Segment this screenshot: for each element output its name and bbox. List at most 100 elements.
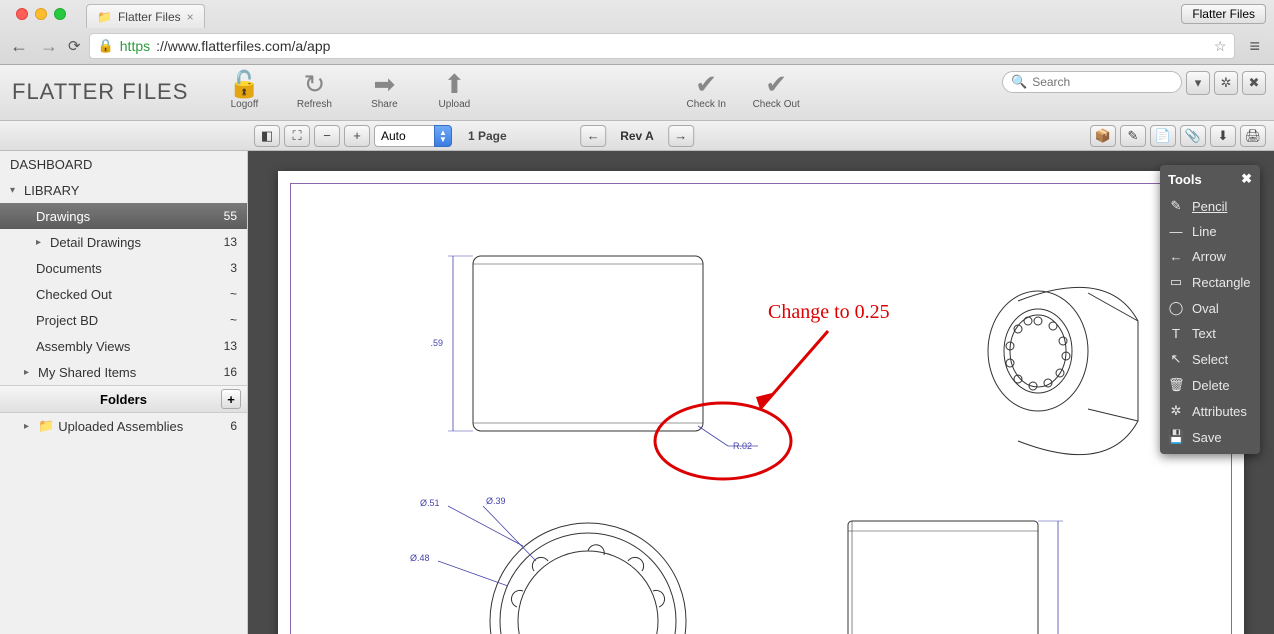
search-input[interactable] (1032, 75, 1187, 89)
sidebar-item-count: ~ (230, 287, 237, 301)
check-in-icon: ✔ (691, 69, 721, 99)
sidebar-toggle-button[interactable]: ◧ (254, 125, 280, 147)
menu-icon[interactable]: ≡ (1243, 36, 1266, 57)
reload-button[interactable]: ⟳ (68, 37, 81, 55)
tool-arrow[interactable]: ←Arrow (1160, 244, 1260, 269)
close-window-icon[interactable] (16, 8, 28, 20)
tab-bar: 📁 Flatter Files × Flatter Files (0, 0, 1274, 28)
header-tool-check-in[interactable]: ✔Check In (680, 69, 732, 110)
back-button[interactable]: ← (8, 36, 30, 57)
tool-label: Delete (1192, 378, 1230, 393)
tool-save[interactable]: 💾Save (1160, 424, 1260, 450)
forward-button[interactable]: → (38, 36, 60, 57)
search-icon: 🔍 (1011, 74, 1027, 90)
extension-button[interactable]: Flatter Files (1181, 4, 1266, 24)
sidebar-library[interactable]: ▾ LIBRARY (0, 177, 247, 203)
tab-title: Flatter Files (118, 10, 181, 24)
close-tools-icon[interactable]: ✖ (1241, 171, 1252, 187)
upload-icon: ⬆ (439, 69, 469, 99)
zoom-in-button[interactable]: + (344, 125, 370, 147)
chevron-down-icon: ▾ (10, 185, 20, 196)
tool-label: Arrow (1192, 249, 1226, 264)
lock-icon: 🔒 (98, 38, 114, 54)
tool-pencil[interactable]: ✎Pencil (1160, 193, 1260, 219)
header-tool-share[interactable]: ➡Share (358, 69, 410, 110)
sidebar-item-label: Assembly Views (36, 339, 130, 354)
secondary-toolbar: ◧ ⛶ − + Auto ▲▼ 1 Page ← Rev A → 📦 ✎ 📄 📎… (0, 121, 1274, 151)
sidebar-item-drawings[interactable]: Drawings55 (0, 203, 247, 229)
header-tool-label: Upload (439, 99, 471, 110)
tool-label: Rectangle (1192, 275, 1251, 290)
address-bar: ← → ⟳ 🔒 https://www.flatterfiles.com/a/a… (0, 28, 1274, 64)
tool-attributes[interactable]: ✲Attributes (1160, 398, 1260, 424)
sidebar-item-project-bd[interactable]: Project BD~ (0, 307, 247, 333)
revision-label: Rev A (612, 129, 662, 143)
zoom-out-button[interactable]: − (314, 125, 340, 147)
sidebar-item-detail-drawings[interactable]: ▸Detail Drawings13 (0, 229, 247, 255)
close-tab-icon[interactable]: × (187, 10, 194, 24)
sidebar-item-assembly-views[interactable]: Assembly Views13 (0, 333, 247, 359)
bookmark-icon[interactable]: ☆ (1214, 38, 1227, 55)
logoff-icon: 🔓 (229, 69, 259, 99)
sidebar-item-label: Documents (36, 261, 102, 276)
chevron-right-icon: ▸ (24, 367, 34, 378)
tool-select[interactable]: ↖Select (1160, 346, 1260, 372)
tool-oval[interactable]: ◯Oval (1160, 295, 1260, 321)
sidebar-dashboard[interactable]: DASHBOARD (0, 151, 247, 177)
header-tool-check-out[interactable]: ✔Check Out (750, 69, 802, 110)
sidebar-shared-items[interactable]: ▸My Shared Items 16 (0, 359, 247, 385)
header-tool-upload[interactable]: ⬆Upload (428, 69, 480, 110)
dropdown-button[interactable]: ▾ (1186, 71, 1210, 95)
attach-button[interactable]: 📎 (1180, 125, 1206, 147)
window-controls[interactable] (8, 8, 74, 20)
app-header: FLATTER FILES 🔓Logoff↻Refresh➡Share⬆Uplo… (0, 65, 1274, 121)
add-folder-button[interactable]: + (221, 389, 241, 409)
sidebar-shared-count: 16 (224, 365, 237, 379)
sidebar-dashboard-label: DASHBOARD (10, 157, 237, 172)
settings-button[interactable]: ✲ (1214, 71, 1238, 95)
zoom-select[interactable]: Auto ▲▼ (374, 125, 452, 147)
close-button[interactable]: ✖ (1242, 71, 1266, 95)
toolbar-center: ← Rev A → (580, 125, 694, 147)
sidebar-library-label: LIBRARY (24, 183, 79, 198)
url-input[interactable]: 🔒 https://www.flatterfiles.com/a/app ☆ (89, 33, 1236, 59)
print-button[interactable]: 🖨 (1240, 125, 1266, 147)
download-button[interactable]: ⬇ (1210, 125, 1236, 147)
dim-height: .59 (430, 338, 443, 348)
sidebar: DASHBOARD ▾LIBRARY Drawings55▸Detail Dra… (0, 151, 248, 634)
url-scheme: https (120, 38, 150, 54)
canvas-area[interactable]: .59 R.02 (248, 151, 1274, 634)
tool-text[interactable]: TText (1160, 321, 1260, 346)
header-tool-label: Refresh (297, 99, 332, 110)
prev-rev-button[interactable]: ← (580, 125, 606, 147)
tool-line[interactable]: —Line (1160, 219, 1260, 244)
maximize-window-icon[interactable] (54, 8, 66, 20)
package-button[interactable]: 📦 (1090, 125, 1116, 147)
copy-button[interactable]: 📄 (1150, 125, 1176, 147)
header-tool-refresh[interactable]: ↻Refresh (288, 69, 340, 110)
search-box[interactable]: 🔍 (1002, 71, 1182, 93)
edit-button[interactable]: ✎ (1120, 125, 1146, 147)
tool-label: Text (1192, 326, 1216, 341)
folder-item-uploaded-assemblies[interactable]: ▸📁Uploaded Assemblies6 (0, 413, 247, 439)
sidebar-item-checked-out[interactable]: Checked Out~ (0, 281, 247, 307)
sidebar-item-documents[interactable]: Documents3 (0, 255, 247, 281)
chevron-updown-icon[interactable]: ▲▼ (434, 125, 452, 147)
tool-rectangle[interactable]: ▭Rectangle (1160, 269, 1260, 295)
sidebar-item-count: ~ (230, 313, 237, 327)
header-tools-center: ✔Check In✔Check Out (680, 65, 802, 114)
header-tool-logoff[interactable]: 🔓Logoff (218, 69, 270, 110)
next-rev-button[interactable]: → (668, 125, 694, 147)
refresh-icon: ↻ (299, 69, 329, 99)
browser-tab[interactable]: 📁 Flatter Files × (86, 4, 205, 28)
header-tool-label: Share (371, 99, 398, 110)
header-tool-label: Check Out (753, 99, 800, 110)
delete-icon: 🗑 (1168, 377, 1184, 393)
sidebar-item-label: Detail Drawings (50, 235, 141, 250)
tool-delete[interactable]: 🗑 Delete (1160, 372, 1260, 398)
fullscreen-button[interactable]: ⛶ (284, 125, 310, 147)
minimize-window-icon[interactable] (35, 8, 47, 20)
dim-radius: R.02 (733, 441, 752, 451)
share-icon: ➡ (369, 69, 399, 99)
dia3: Ø.48 (410, 553, 430, 563)
